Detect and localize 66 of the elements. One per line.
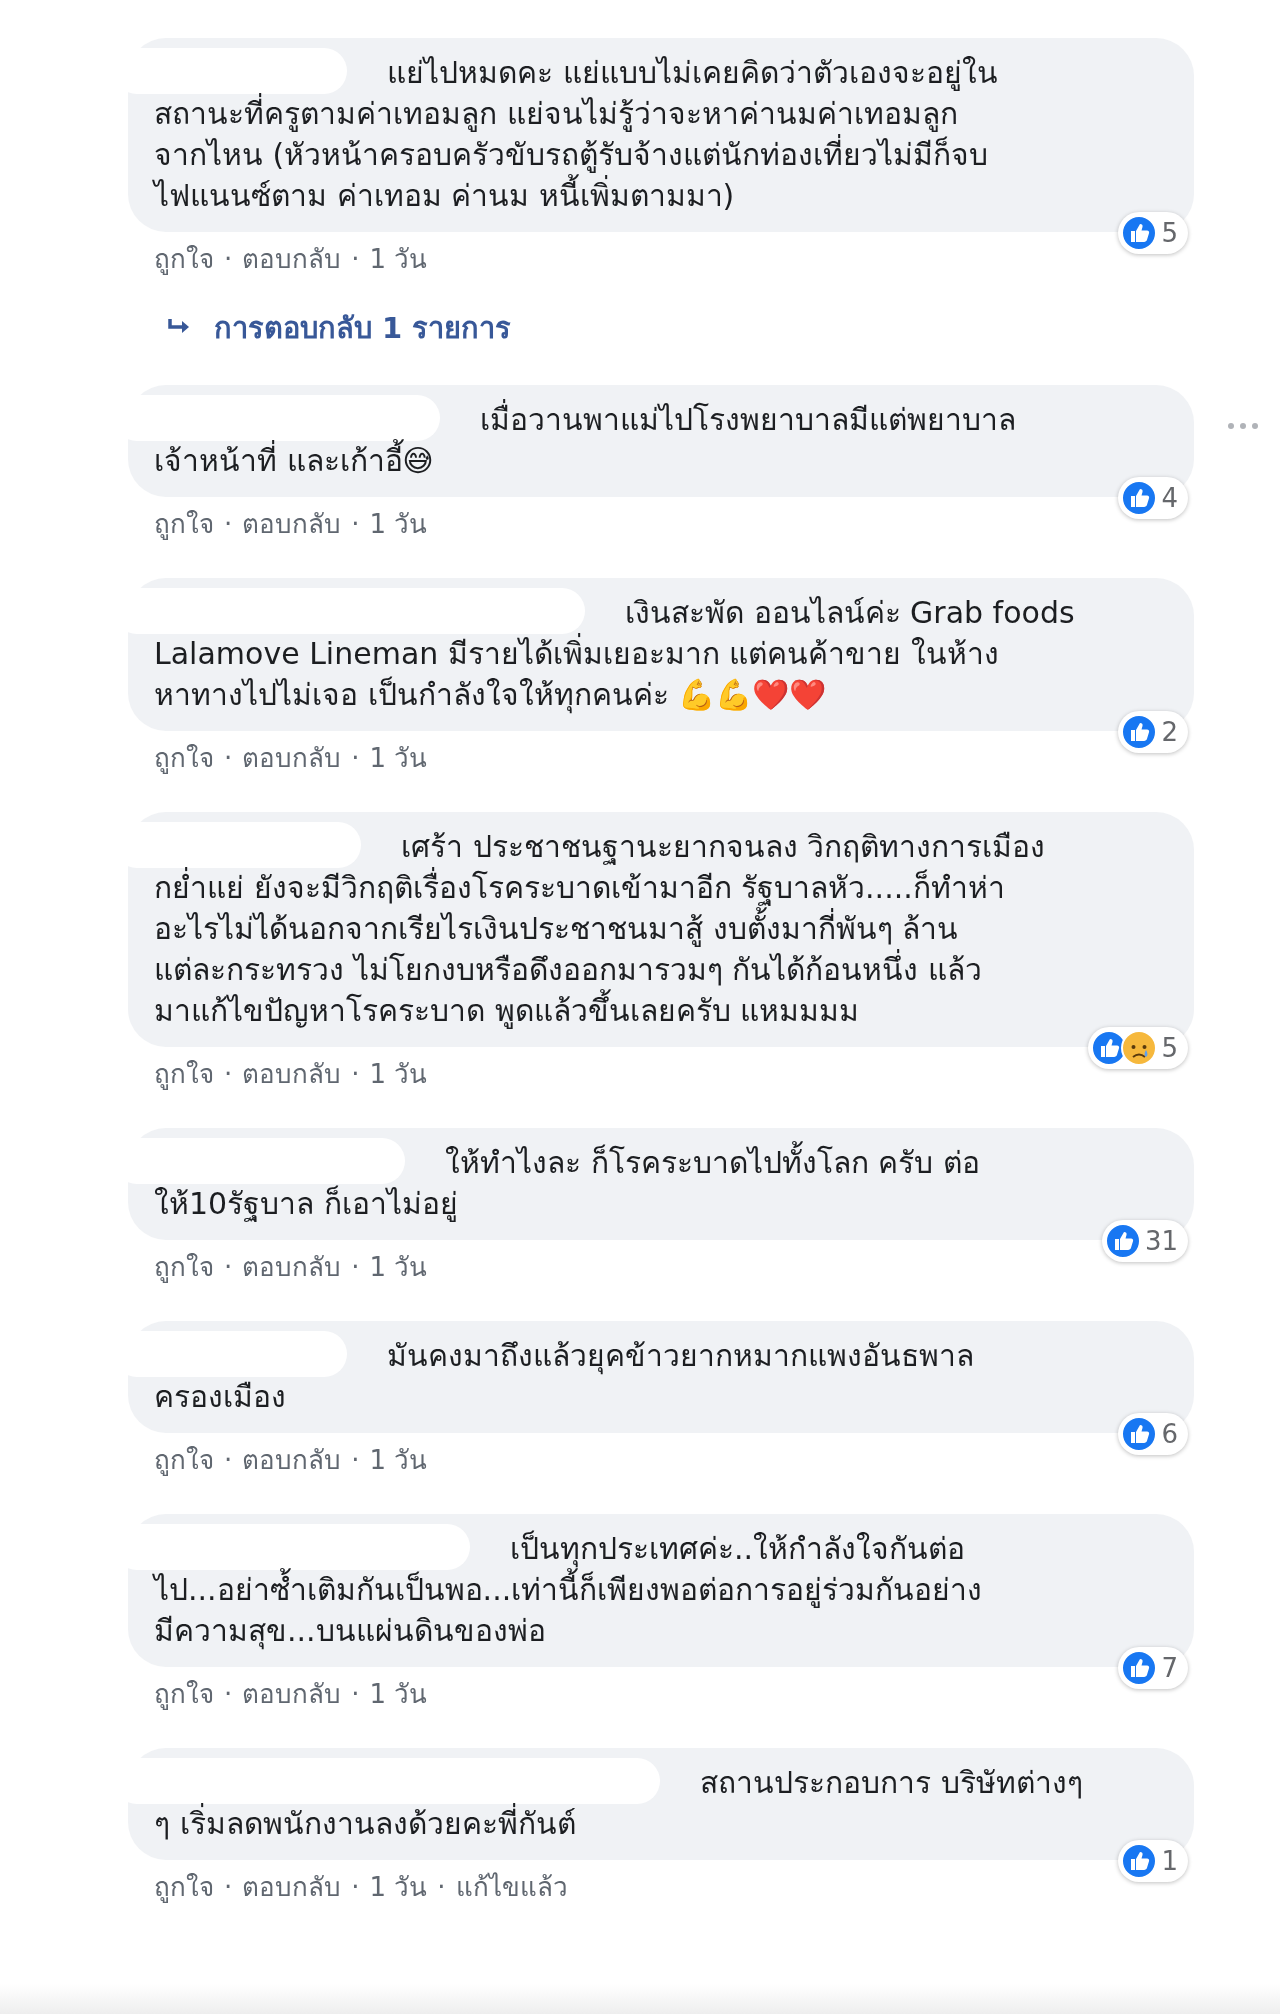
comment-time: 1 วัน: [369, 1058, 428, 1091]
separator-dot: ·: [351, 1058, 360, 1089]
like-icon: [1121, 714, 1158, 750]
comment-action-link[interactable]: ถูกใจ: [154, 1673, 214, 1714]
comment-time: 1 วัน: [369, 508, 428, 541]
separator-dot: ·: [224, 1444, 233, 1475]
comment-time: 1 วัน: [369, 1251, 428, 1284]
comment-text: เป็นทุกประเทศค่ะ..ให้กำลังใจกันต่อ ไป...อย่าซ้ำเติมกันเป็นพอ...เท่านี้ก็เพียงพอต่อการอยู่ร่วมกันอย่าง มีความสุข...บนแผ่นดินของพ่อ: [154, 1529, 984, 1651]
comment-action-link[interactable]: ถูกใจ: [154, 1246, 214, 1287]
separator-dot: ·: [224, 243, 233, 274]
separator-dot: ·: [351, 1251, 360, 1282]
comment-text: แย่ไปหมดคะ แย่แบบไม่เคยคิดว่าตัวเองจะอยู่ใน สถานะที่ครูตามค่าเทอมลูก แย่จนไม่รู้ว่าจะหาค่านมค่าเทอมลูก จากไหน (หัวหน้าครอบครัวขับรถตู้รับจ้างแต่นักท่องเที่ยวไม่มีก็จบ ไฟแนนซ์ตาม ค่าเทอม ค่านม หนี้เพิ่มตามมา): [154, 54, 999, 215]
comment-time: 1 วัน: [369, 243, 428, 276]
reaction-badge[interactable]: 5: [1088, 1027, 1188, 1069]
separator-dot: ·: [224, 1871, 233, 1902]
comment-text: สถานประกอบการ บริษัทต่างๆ ๆ เริ่มลดพนักงานลงด้วยคะพี่กันต์: [154, 1764, 1084, 1843]
comment-action-link[interactable]: ตอบกลับ: [242, 503, 342, 544]
separator-dot: ·: [351, 1444, 360, 1475]
like-icon: [1104, 1223, 1141, 1259]
separator-dot: ·: [224, 742, 233, 773]
separator-dot: ·: [351, 1678, 360, 1709]
separator-dot: ·: [224, 508, 233, 539]
comment-action-link[interactable]: ถูกใจ: [154, 1866, 214, 1907]
comment-action-link[interactable]: ถูกใจ: [154, 1439, 214, 1480]
separator-dot: ·: [224, 1678, 233, 1709]
separator-dot: ·: [351, 1871, 360, 1902]
edited-label: แก้ไขแล้ว: [455, 1871, 568, 1904]
like-icon: [1121, 1650, 1158, 1686]
separator-dot: ·: [351, 243, 360, 274]
comment-action-link[interactable]: ตอบกลับ: [242, 1866, 342, 1907]
comment-action-link[interactable]: ถูกใจ: [154, 1053, 214, 1094]
comment-time: 1 วัน: [369, 1444, 428, 1477]
comment-time: 1 วัน: [369, 1871, 428, 1904]
comment-time: 1 วัน: [369, 742, 428, 775]
separator-dot: ·: [437, 1871, 446, 1902]
like-icon: [1121, 1843, 1158, 1879]
reaction-badge[interactable]: 1: [1118, 1840, 1188, 1882]
sad-face-icon: [1121, 1030, 1158, 1066]
comment-action-link[interactable]: ตอบกลับ: [242, 1053, 342, 1094]
comment-text: เงินสะพัด ออนไลน์ค่ะ Grab foods Lalamove Lineman มีรายได้เพิ่มเยอะมาก แต่คนค้าขาย ในห้าง หาทางไปไม่เจอ เป็นกำลังใจให้ทุกคนค่ะ 💪💪❤❤: [154, 594, 1076, 715]
like-icon: [1121, 215, 1158, 251]
reaction-badge[interactable]: 31: [1101, 1220, 1188, 1262]
comment-action-link[interactable]: ถูกใจ: [154, 503, 214, 544]
like-icon: [1121, 480, 1158, 516]
reaction-badge[interactable]: 7: [1118, 1647, 1188, 1689]
view-replies-link[interactable]: การตอบกลับ 1 รายการ: [166, 305, 512, 351]
comment-text: มันคงมาถึงแล้วยุคข้าวยากหมากแพงอันธพาล ครองเมือง: [154, 1337, 975, 1416]
separator-dot: ·: [351, 742, 360, 773]
comment-action-link[interactable]: ตอบกลับ: [242, 238, 342, 279]
comment-action-link[interactable]: ถูกใจ: [154, 737, 214, 778]
reaction-badge[interactable]: 2: [1118, 711, 1188, 753]
comment-action-link[interactable]: ถูกใจ: [154, 238, 214, 279]
comment-action-link[interactable]: ตอบกลับ: [242, 1246, 342, 1287]
comment-action-link[interactable]: ตอบกลับ: [242, 1439, 342, 1480]
separator-dot: ·: [224, 1251, 233, 1282]
like-icon: [1121, 1416, 1158, 1452]
more-options-icon[interactable]: [1226, 421, 1260, 431]
comment-action-link[interactable]: ตอบกลับ: [242, 737, 342, 778]
comment-action-link[interactable]: ตอบกลับ: [242, 1673, 342, 1714]
separator-dot: ·: [351, 508, 360, 539]
comment-text: เศร้า ประชาชนฐานะยากจนลง วิกฤติทางการเมือง กย่ำแย่ ยังจะมีวิกฤติเรื่องโรคระบาดเข้ามาอีก รัฐบาลหัว.....ก็ทำห่า อะไรไม่ได้นอกจากเรียไรเงินประชาชนมาสู้ งบตั้งมากี่พันๆ ล้าน แต่ละกระทรวง ไม่โยกงบหรือดึงออกมารวมๆ กันได้ก้อนหนึ่ง แล้ว มาแก้ไขปัญหาโรคระบาด พูดแล้วขึ้นเลยครับ แหมมมม: [154, 828, 1047, 1031]
separator-dot: ·: [224, 1058, 233, 1089]
reaction-badge[interactable]: 6: [1118, 1413, 1188, 1455]
reaction-badge[interactable]: 5: [1118, 212, 1188, 254]
reaction-badge[interactable]: 4: [1118, 477, 1188, 519]
comment-time: 1 วัน: [369, 1678, 428, 1711]
